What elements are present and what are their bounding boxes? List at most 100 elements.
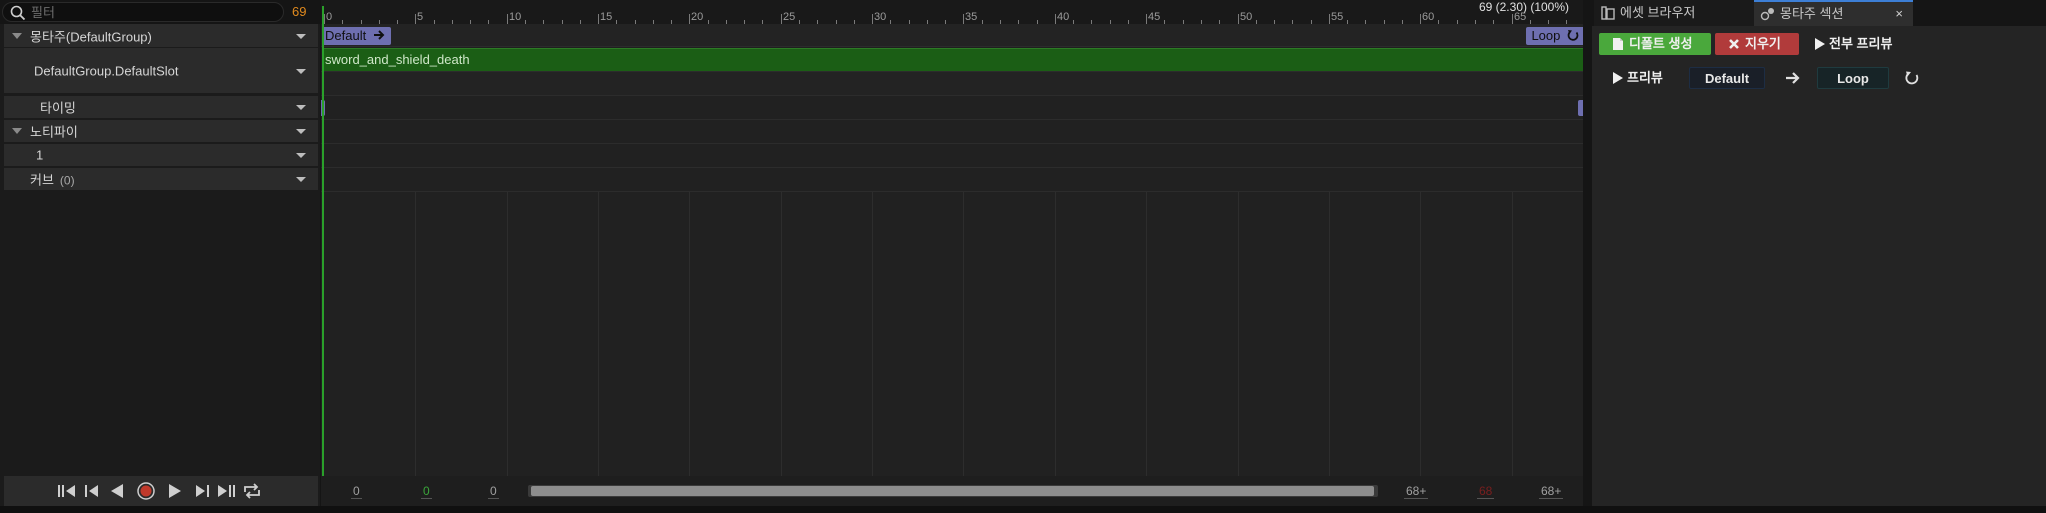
ruler-tick [1512,14,1513,24]
create-default-button[interactable]: 디폴트 생성 [1599,33,1711,55]
ruler-label: 50 [1240,11,1253,23]
timeline-scroll-thumb[interactable] [531,486,1374,496]
montage-group-label: 몽타주(DefaultGroup) [30,29,152,44]
track-panel: 69 몽타주(DefaultGroup) DefaultGroup.Defaul… [0,0,320,513]
clip-start-field[interactable]: 0 [488,484,499,499]
document-icon [1613,38,1623,50]
section-track[interactable]: Default Loop [321,24,1583,47]
section-loop-chip[interactable]: Loop [1817,67,1889,89]
preview-button[interactable]: 프리뷰 [1607,67,1677,89]
dropdown-arrow-icon[interactable] [296,177,306,182]
curve-label-text: 커브 [30,172,54,188]
dropdown-arrow-icon[interactable] [296,129,306,134]
animation-segment[interactable]: sword_and_shield_death [322,48,1583,71]
ruler-label: 55 [1331,11,1344,23]
section-marker-default[interactable]: Default [322,27,391,45]
clip-end-field[interactable]: 68+ [1539,484,1564,499]
notify-track [321,120,1583,144]
create-default-label: 디폴트 생성 [1629,36,1693,51]
section-loop-label: Loop [1837,71,1869,86]
view-end-field[interactable]: 68+ [1404,484,1429,499]
ruler-label: 35 [965,11,978,23]
ruler-tick [1146,14,1147,24]
loop-back-icon [1567,30,1579,41]
record-icon[interactable] [136,482,156,500]
ruler-tick [598,14,599,24]
view-start-field[interactable]: 0 [351,484,362,499]
section-panel-body: 디폴트 생성 지우기 전부 프리뷰 프리뷰 Default Loop [1592,26,2046,506]
ruler-tick [1420,14,1421,24]
loop-toggle-icon[interactable] [242,482,262,500]
notify-track-label: 1 [36,147,44,163]
montage-timeline[interactable]: 69 (2.30) (100%) 0 5 10 15 20 25 30 35 40 45 50 55 6… [321,0,1583,476]
dropdown-arrow-icon[interactable] [296,33,306,39]
tab-asset-browser[interactable]: 에셋 브라우저 [1594,0,1756,26]
slot-label: DefaultGroup.DefaultSlot [34,63,179,78]
clear-button[interactable]: 지우기 [1715,33,1799,55]
ruler-tick [1055,14,1056,24]
collapse-arrow-icon[interactable] [12,128,22,134]
skip-to-start-icon[interactable] [57,482,77,500]
ruler-label: 15 [600,11,613,23]
timeline-scrollbar[interactable] [528,485,1378,497]
curve-label: 커브 (0) [30,170,75,189]
tab-montage-sections-label: 몽타주 섹션 [1780,6,1844,21]
play-reverse-icon[interactable] [109,482,125,500]
frame-count: 69 [292,4,307,19]
ruler-label: 30 [874,11,887,23]
ruler-tick [324,14,325,24]
close-icon[interactable]: × [1895,2,1903,26]
ruler-label: 65 [1514,11,1527,23]
slot-track-lower [321,72,1583,96]
section-marker-loop[interactable]: Loop [1526,27,1583,45]
ruler-tick [415,14,416,24]
loop-back-icon[interactable] [1904,70,1920,86]
filter-search-box[interactable] [2,2,284,22]
step-back-icon[interactable] [84,482,100,500]
collapse-arrow-icon[interactable] [12,32,22,39]
clear-label: 지우기 [1745,36,1781,51]
tab-asset-browser-label: 에셋 브라우저 [1620,5,1696,20]
slot-track[interactable]: sword_and_shield_death [321,47,1583,72]
timing-track [321,96,1583,120]
curve-count: (0) [59,173,75,188]
ruler-tick [1238,14,1239,24]
tab-montage-sections[interactable]: 몽타주 섹션 × [1754,0,1913,26]
track-montage-group[interactable]: 몽타주(DefaultGroup) [4,24,318,48]
track-notify[interactable]: 노티파이 [4,120,318,143]
preview-label: 프리뷰 [1627,70,1663,85]
track-timing[interactable]: 타이밍 [4,96,318,119]
montage-sections-icon [1760,8,1774,21]
animation-segment-label: sword_and_shield_death [325,52,470,67]
ruler-label: 60 [1422,11,1435,23]
track-curve[interactable]: 커브 (0) [4,168,318,191]
arrow-right-icon[interactable] [1785,71,1801,85]
track-notify-1[interactable]: 1 [4,144,318,167]
curve-track [321,168,1583,192]
preview-all-button[interactable]: 전부 프리뷰 [1807,33,1907,55]
section-default-chip[interactable]: Default [1689,67,1765,89]
dropdown-arrow-icon[interactable] [296,153,306,158]
ruler-label: 25 [783,11,796,23]
filter-input[interactable] [31,4,271,20]
ruler-tick [781,14,782,24]
tab-strip: 에셋 브라우저 몽타주 섹션 × [1588,0,2046,26]
time-ruler[interactable]: 69 (2.30) (100%) 0 5 10 15 20 25 30 35 40 45 50 55 6… [321,0,1583,24]
play-icon[interactable] [167,482,183,500]
ruler-label: 45 [1148,11,1161,23]
x-icon [1729,39,1739,49]
play-start-field[interactable]: 0 [421,484,432,499]
play-end-field[interactable]: 68 [1477,484,1495,499]
section-default-label: Default [1704,71,1750,86]
play-icon [1613,72,1623,84]
dropdown-arrow-icon[interactable] [296,68,306,74]
track-slot[interactable]: DefaultGroup.DefaultSlot [4,48,318,94]
section-marker-loop-label: Loop [1531,28,1561,43]
search-icon [10,5,26,21]
ruler-label: 40 [1057,11,1070,23]
notify-track-1[interactable] [321,144,1583,168]
dropdown-arrow-icon[interactable] [296,105,306,110]
step-forward-icon[interactable] [194,482,210,500]
skip-to-end-icon[interactable] [216,482,236,500]
ruler-label: 5 [417,11,424,23]
